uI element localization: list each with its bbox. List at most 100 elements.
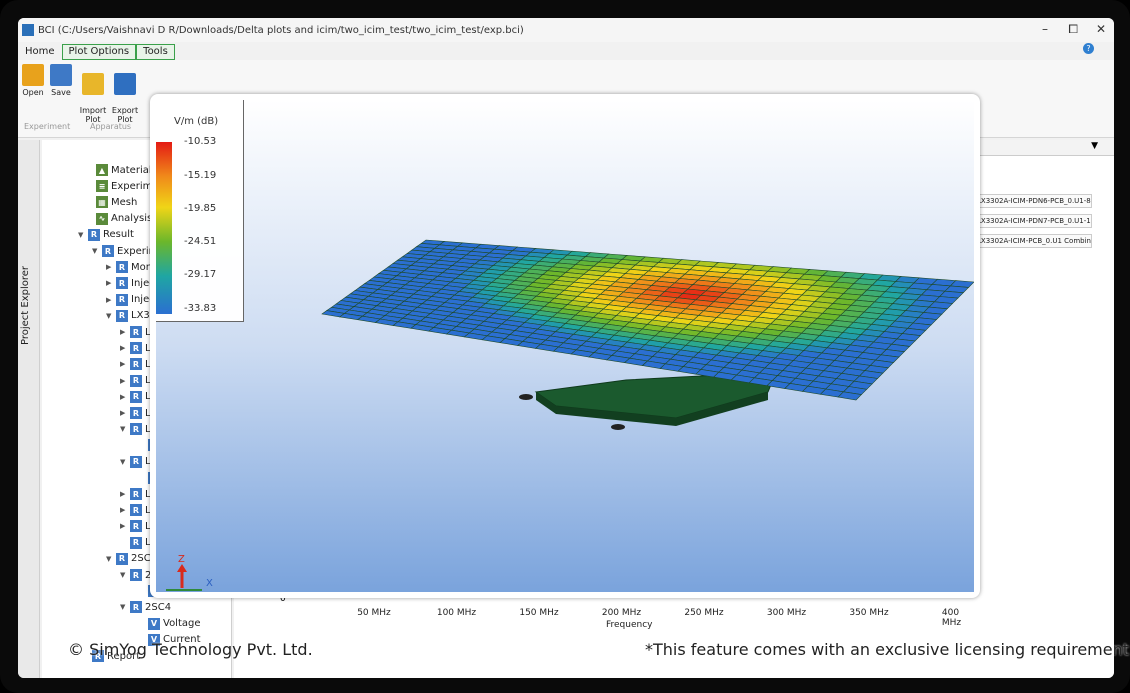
tree-expand-icon[interactable]: ▶ bbox=[106, 279, 116, 287]
tree-node-icon: ▦ bbox=[96, 196, 108, 209]
tree-node-icon: ∿ bbox=[96, 212, 108, 225]
board-connector bbox=[519, 394, 533, 400]
save-button[interactable]: Save bbox=[46, 64, 76, 97]
tree-node-icon: ≡ bbox=[96, 180, 108, 193]
tree-node-icon: R bbox=[116, 261, 128, 274]
tree-expand-icon[interactable]: ▶ bbox=[120, 409, 130, 417]
tree-expand-icon[interactable]: ▼ bbox=[120, 571, 130, 579]
x-tick-label: 250 MHz bbox=[684, 608, 724, 618]
tree-node-icon: R bbox=[130, 488, 142, 500]
legend-tick: -15.19 bbox=[184, 170, 217, 181]
tab-plot-options[interactable]: Plot Options bbox=[61, 44, 137, 60]
x-tick-label: 150 MHz bbox=[519, 608, 559, 618]
tree-node-icon: R bbox=[116, 309, 128, 322]
tree-node-icon: R bbox=[130, 342, 142, 355]
x-tick-label: 300 MHz bbox=[766, 608, 807, 618]
tree-expand-icon[interactable]: ▶ bbox=[120, 328, 130, 336]
export-icon bbox=[114, 73, 136, 95]
legend-color-bar bbox=[156, 142, 172, 314]
tree-expand-icon[interactable]: ▼ bbox=[92, 247, 102, 255]
tree-node-label: Material bbox=[111, 164, 152, 176]
x-axis-title: Frequency bbox=[606, 620, 653, 630]
field-3d-scene[interactable]: Z X bbox=[156, 100, 974, 592]
window-title: BCI (C:/Users/Vaishnavi D R/Downloads/De… bbox=[38, 24, 524, 36]
tree-node[interactable]: ▲ Material bbox=[86, 162, 152, 178]
legend-tick: -10.53 bbox=[184, 136, 217, 147]
license-caption: *This feature comes with an exclusive li… bbox=[645, 640, 1130, 659]
tree-node-icon: R bbox=[130, 520, 142, 533]
tree-expand-icon[interactable]: ▶ bbox=[120, 506, 130, 514]
close-button[interactable]: ✕ bbox=[1096, 22, 1106, 36]
series-legend-item[interactable]: LX3302A-ICIM-PDN6-PCB_0.U1-8 bbox=[974, 194, 1092, 208]
open-button[interactable]: Open bbox=[18, 64, 48, 97]
chevron-down-icon[interactable]: ▼ bbox=[1091, 141, 1098, 151]
tree-node-label: 2SC4 bbox=[145, 601, 172, 613]
tree-node-label: Mesh bbox=[111, 196, 138, 208]
legend-tick: -33.83 bbox=[184, 303, 217, 314]
group-label-apparatus: Apparatus bbox=[90, 122, 132, 131]
tree-expand-icon[interactable]: ▶ bbox=[106, 263, 116, 271]
tree-node[interactable]: V Voltage bbox=[138, 616, 201, 632]
tree-expand-icon[interactable]: ▼ bbox=[106, 312, 116, 320]
tree-expand-icon[interactable]: ▶ bbox=[120, 360, 130, 368]
tree-node-icon: ▲ bbox=[96, 164, 108, 176]
tree-node-icon: R bbox=[130, 407, 142, 419]
tree-node[interactable]: ▼R2SC4 bbox=[120, 599, 171, 615]
axis-x-label: X bbox=[206, 578, 213, 589]
import-icon bbox=[82, 73, 104, 95]
series-legend-item[interactable]: LX3302A-ICIM-PDN7-PCB_0.U1-10 bbox=[974, 214, 1092, 228]
legend-tick: -19.85 bbox=[184, 203, 217, 214]
tree-node[interactable]: ▦ Mesh bbox=[86, 194, 137, 210]
tree-expand-icon[interactable]: ▼ bbox=[106, 555, 116, 563]
tree-node[interactable]: ∿ Analysis bbox=[86, 211, 152, 227]
maximize-button[interactable]: ⧠ bbox=[1068, 22, 1078, 37]
tree-node[interactable]: ▼ R Result bbox=[78, 227, 134, 243]
help-icon[interactable]: ? bbox=[1083, 43, 1094, 54]
tree-expand-icon[interactable]: ▶ bbox=[120, 344, 130, 352]
project-explorer-strip[interactable]: Project Explorer bbox=[18, 140, 40, 678]
tree-expand-icon[interactable]: ▶ bbox=[120, 377, 130, 385]
ribbon-tabs: Home Plot Options Tools bbox=[18, 44, 175, 60]
x-tick-label: 350 MHz bbox=[849, 608, 889, 618]
tree-node-icon: R bbox=[130, 326, 142, 338]
copyright-caption: © SimYog Technology Pvt. Ltd. bbox=[68, 640, 313, 659]
export-plot-button[interactable]: Export Plot bbox=[110, 64, 140, 124]
tree-expand-icon[interactable]: ▼ bbox=[120, 458, 130, 466]
import-plot-button[interactable]: Import Plot bbox=[78, 64, 108, 124]
title-bar: BCI (C:/Users/Vaishnavi D R/Downloads/De… bbox=[18, 18, 1114, 42]
save-icon bbox=[50, 64, 72, 86]
tree-node-icon: R bbox=[116, 552, 128, 565]
tree-expand-icon[interactable]: ▼ bbox=[120, 425, 130, 433]
tree-node-icon: R bbox=[116, 277, 128, 290]
project-explorer-label: Project Explorer bbox=[20, 265, 31, 345]
tree-node-label: Voltage bbox=[163, 618, 201, 630]
group-label-experiment: Experiment bbox=[24, 122, 71, 131]
series-legend-item[interactable]: LX3302A-ICIM-PCB_0.U1 Combined bbox=[974, 234, 1092, 248]
tree-expand-icon[interactable]: ▶ bbox=[106, 296, 116, 304]
tab-tools[interactable]: Tools bbox=[136, 44, 175, 60]
tree-node-icon: R bbox=[130, 390, 142, 403]
tree-node-icon: R bbox=[130, 374, 142, 387]
tab-home[interactable]: Home bbox=[18, 44, 62, 60]
tree-node-icon: R bbox=[130, 423, 142, 436]
x-tick-label: 200 MHz bbox=[601, 608, 642, 618]
tree-node-icon: R bbox=[130, 536, 142, 549]
tree-expand-icon[interactable]: ▶ bbox=[120, 393, 130, 401]
tree-expand-icon[interactable]: ▼ bbox=[120, 603, 130, 611]
minimize-button[interactable]: – bbox=[1042, 22, 1048, 36]
tree-expand-icon[interactable]: ▶ bbox=[120, 522, 130, 530]
field-3d-view[interactable]: Z X bbox=[150, 94, 980, 598]
tree-node-icon: R bbox=[130, 358, 142, 371]
legend-tick: -24.51 bbox=[184, 236, 217, 247]
tree-node-icon: R bbox=[130, 504, 142, 517]
tree-expand-icon[interactable]: ▶ bbox=[120, 490, 130, 498]
x-tick-label: 50 MHz bbox=[357, 608, 391, 618]
app-icon bbox=[22, 24, 34, 36]
axis-z-label: Z bbox=[178, 554, 185, 565]
legend-title: V/m (dB) bbox=[174, 116, 219, 127]
tree-expand-icon[interactable]: ▼ bbox=[78, 231, 88, 239]
screen-frame: BCI (C:/Users/Vaishnavi D R/Downloads/De… bbox=[0, 0, 1130, 693]
tree-node-icon: R bbox=[130, 455, 142, 468]
tree-node-icon: V bbox=[148, 617, 160, 630]
legend-tick: -29.17 bbox=[184, 269, 217, 280]
